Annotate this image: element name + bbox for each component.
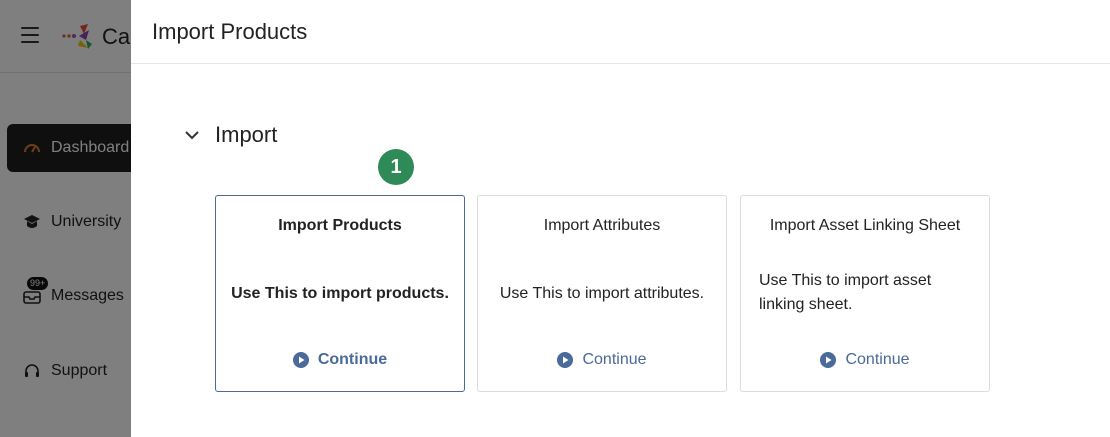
continue-button[interactable]: Continue — [741, 351, 989, 369]
card-title: Import Asset Linking Sheet — [769, 217, 961, 234]
play-circle-icon — [292, 352, 309, 368]
continue-button[interactable]: Continue — [478, 351, 726, 369]
continue-label: Continue — [582, 351, 647, 368]
card-description: Use This to import products. — [231, 285, 449, 302]
drawer-header: Import Products — [131, 0, 1110, 64]
card-title: Import Products — [278, 217, 402, 234]
play-circle-icon — [820, 352, 837, 368]
import-products-card[interactable]: Import Products Use This to import produ… — [215, 195, 465, 392]
card-description: Use This to import asset linking sheet. — [759, 272, 932, 313]
continue-button[interactable]: Continue — [216, 351, 464, 369]
chevron-down-icon — [185, 131, 199, 140]
drawer-title: Import Products — [152, 18, 308, 44]
step-number-badge: 1 — [378, 149, 414, 185]
continue-label: Continue — [317, 351, 388, 368]
card-title: Import Attributes — [543, 217, 661, 234]
import-attributes-card[interactable]: Import Attributes Use This to import att… — [477, 195, 727, 392]
card-description: Use This to import attributes. — [499, 285, 705, 302]
continue-label: Continue — [845, 351, 910, 368]
import-drawer: Import Products Import 1 Import Products… — [131, 0, 1110, 437]
play-circle-icon — [557, 352, 574, 368]
import-section-toggle[interactable]: Import — [183, 122, 277, 148]
import-asset-linking-sheet-card[interactable]: Import Asset Linking Sheet Use This to i… — [740, 195, 990, 392]
section-title: Import — [215, 122, 278, 147]
